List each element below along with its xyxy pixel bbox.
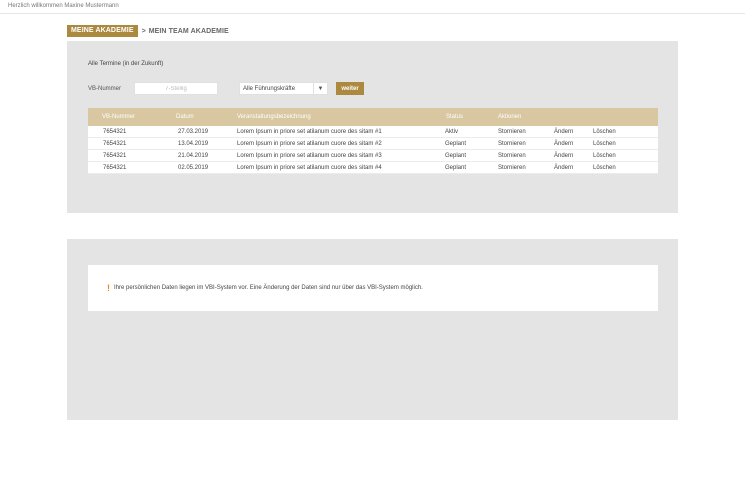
info-notice: ! Ihre persönlichen Daten liegen im VBI-… <box>88 265 658 311</box>
cell-vb: 7654321 <box>103 128 127 135</box>
cell-datum: 27.03.2019 <box>178 128 209 135</box>
cell-status: Geplant <box>445 140 467 147</box>
aendern-link[interactable]: Ändern <box>554 165 573 171</box>
loeschen-link[interactable]: Löschen <box>593 153 616 159</box>
loeschen-link[interactable]: Löschen <box>593 129 616 135</box>
personal-data-panel: ! Ihre persönlichen Daten liegen im VBI-… <box>67 239 678 420</box>
cell-datum: 21.04.2019 <box>178 152 209 159</box>
cell-bezeichnung: Lorem Ipsum in priore set atilanum cuore… <box>237 128 382 135</box>
table-header: VB-Nummer Datum Veranstaltungsbezeichnun… <box>88 108 658 126</box>
weiter-button[interactable]: weiter <box>336 82 364 95</box>
cell-bezeichnung: Lorem Ipsum in priore set atilanum cuore… <box>237 140 382 147</box>
stornieren-link[interactable]: Stornieren <box>498 141 526 147</box>
table-row: 7654321 02.05.2019 Lorem Ipsum in priore… <box>88 162 658 174</box>
fuehrungskraefte-select[interactable]: Alle Führungskräfte ▼ <box>239 82 328 95</box>
termine-panel: Alle Termine (in der Zukunft) VB-Nummer … <box>67 41 678 213</box>
breadcrumb-meine-akademie[interactable]: MEINE AKADEMIE <box>67 25 138 37</box>
cell-vb: 7654321 <box>103 164 127 171</box>
stornieren-link[interactable]: Stornieren <box>498 129 526 135</box>
stornieren-link[interactable]: Stornieren <box>498 165 526 171</box>
cell-datum: 02.05.2019 <box>178 164 209 171</box>
stornieren-link[interactable]: Stornieren <box>498 153 526 159</box>
column-header-datum: Datum <box>176 114 194 120</box>
select-value: Alle Führungskräfte <box>243 85 296 92</box>
cell-bezeichnung: Lorem Ipsum in priore set atilanum cuore… <box>237 152 382 159</box>
column-header-status: Status <box>446 114 464 120</box>
cell-status: Geplant <box>445 164 467 171</box>
loeschen-link[interactable]: Löschen <box>593 141 616 147</box>
welcome-text: Herzlich willkommen Maxine Mustermann <box>8 3 119 9</box>
section-title: Alle Termine (in der Zukunft) <box>88 61 164 67</box>
notice-text: Ihre persönlichen Daten liegen im VBI-Sy… <box>114 285 423 291</box>
vb-number-input[interactable] <box>134 82 218 95</box>
loeschen-link[interactable]: Löschen <box>593 165 616 171</box>
breadcrumb: MEINE AKADEMIE > MEIN TEAM AKADEMIE <box>67 25 229 37</box>
breadcrumb-separator: > <box>141 27 146 35</box>
table-row: 7654321 27.03.2019 Lorem Ipsum in priore… <box>88 126 658 138</box>
exclamation-icon: ! <box>107 283 110 293</box>
cell-status: Geplant <box>445 152 467 159</box>
top-bar: Herzlich willkommen Maxine Mustermann <box>0 0 745 14</box>
column-header-vb: VB-Nummer <box>102 114 136 120</box>
vb-number-label: VB-Nummer <box>88 86 122 92</box>
column-header-bezeichnung: Veranstaltungsbezeichnung <box>237 114 311 120</box>
cell-datum: 13.04.2019 <box>178 140 209 147</box>
table-row: 7654321 21.04.2019 Lorem Ipsum in priore… <box>88 150 658 162</box>
cell-vb: 7654321 <box>103 152 127 159</box>
dropdown-arrow-icon: ▼ <box>313 83 327 94</box>
aendern-link[interactable]: Ändern <box>554 129 573 135</box>
cell-bezeichnung: Lorem Ipsum in priore set atilanum cuore… <box>237 164 382 171</box>
column-header-aktionen: Aktionen <box>498 114 522 120</box>
aendern-link[interactable]: Ändern <box>554 141 573 147</box>
breadcrumb-mein-team-akademie: MEIN TEAM AKADEMIE <box>148 27 229 35</box>
table-row: 7654321 13.04.2019 Lorem Ipsum in priore… <box>88 138 658 150</box>
cell-vb: 7654321 <box>103 140 127 147</box>
cell-status: Aktiv <box>445 128 459 135</box>
aendern-link[interactable]: Ändern <box>554 153 573 159</box>
termine-table: VB-Nummer Datum Veranstaltungsbezeichnun… <box>88 108 658 174</box>
